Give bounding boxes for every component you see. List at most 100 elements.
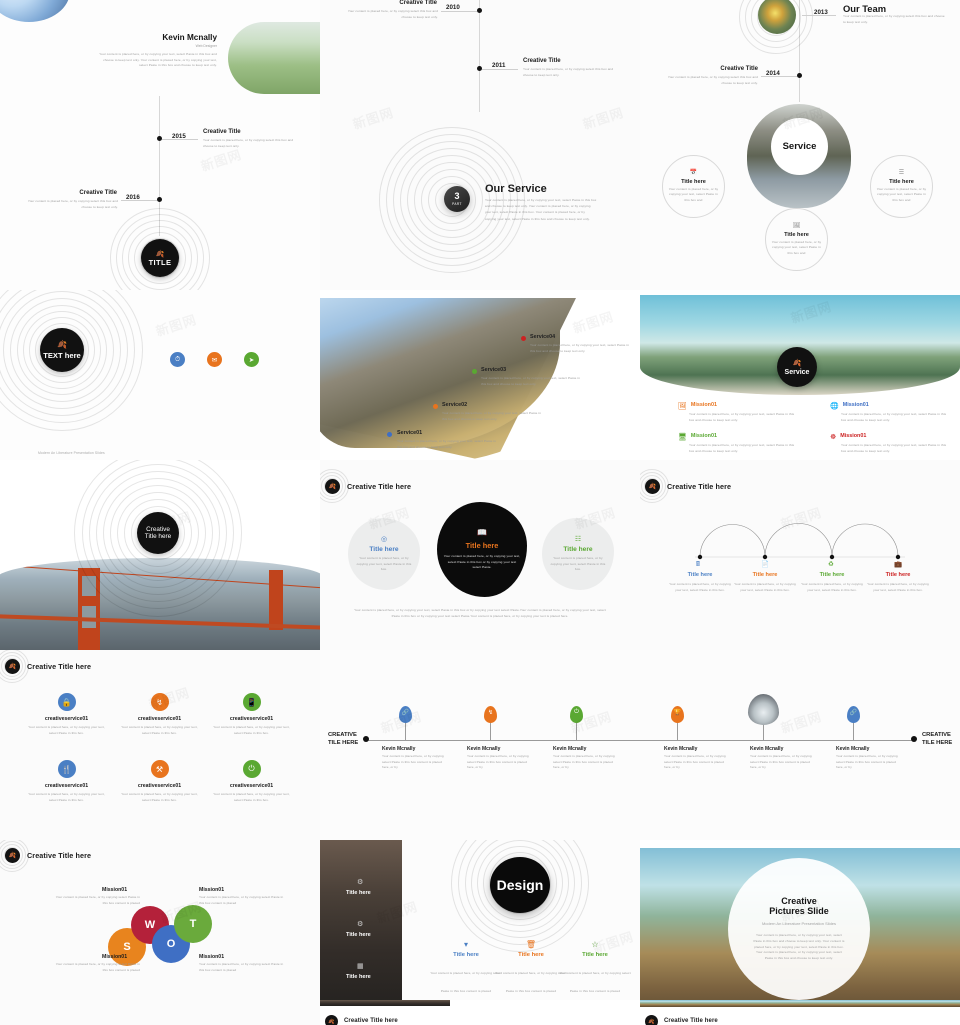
power-icon-badge: ⏻ bbox=[242, 760, 261, 778]
service-item[interactable]: ⏻ creativeservice01 Your content is plac… bbox=[209, 760, 294, 803]
link-icon: 🔗 bbox=[849, 710, 858, 716]
roadmap-axis bbox=[366, 740, 914, 741]
circle-card[interactable]: ☷ Title here Your content is placed here… bbox=[542, 518, 614, 590]
service-card[interactable]: 📅 Title here Your content is placed here… bbox=[662, 155, 725, 218]
part-badge[interactable]: 3 PART bbox=[444, 186, 470, 212]
leaf-icon: 🍂 bbox=[8, 664, 17, 670]
service-marker[interactable] bbox=[433, 404, 438, 409]
service-item[interactable]: 📱 creativeservice01 Your content is plac… bbox=[209, 693, 294, 736]
header-badge[interactable]: 🍂 bbox=[645, 1015, 658, 1025]
watermark: 新图网 bbox=[153, 309, 199, 340]
circle-card-featured[interactable]: 📖 Title here Your content is placed here… bbox=[437, 502, 527, 597]
leaf-icon: 🍂 bbox=[792, 359, 802, 367]
step-title: Title here bbox=[885, 572, 911, 578]
timeline-axis bbox=[799, 0, 800, 102]
slide-partial-right: 🍂 Creative Title here bbox=[640, 1000, 960, 1025]
mail-icon[interactable]: ✉ bbox=[207, 352, 222, 367]
pictures-caption-circle: Creative Pictures Slide Modern An Libera… bbox=[728, 858, 870, 1000]
slide-header-title: Creative Title here bbox=[27, 851, 92, 860]
service-item[interactable]: 🔒 creativeservice01 Your content is plac… bbox=[24, 693, 109, 736]
service-desc: Your content is placed here, or by copyi… bbox=[28, 725, 105, 735]
service-badge-label: Service bbox=[784, 368, 810, 376]
service-item[interactable]: 🍴 creativeservice01 Your content is plac… bbox=[24, 760, 109, 803]
photo-city bbox=[320, 840, 402, 1018]
title-badge[interactable]: 🍂 TITLE bbox=[141, 239, 179, 277]
roadmap-pin[interactable]: ↯ bbox=[484, 706, 497, 723]
slide-partial-left: 🍂 Creative Title here bbox=[320, 1000, 640, 1025]
bridge-structure bbox=[0, 558, 320, 650]
timeline-desc: Your content is placed here, or by copyi… bbox=[667, 75, 758, 85]
roadmap-desc: Your content is placed here, or by copyi… bbox=[836, 754, 898, 770]
roadmap-desc: Your content is placed here, or by copyi… bbox=[467, 754, 529, 770]
swot-bubble-t[interactable]: T bbox=[174, 905, 212, 943]
timeline-dot bbox=[157, 197, 162, 202]
swot-letter: T bbox=[189, 918, 197, 930]
lifebuoy-icon: ☸ bbox=[830, 434, 837, 441]
service-marker[interactable] bbox=[387, 432, 392, 437]
roadmap-left-label: CREATIVE TILE HERE bbox=[328, 732, 359, 746]
swot-mission-title: Mission01 bbox=[102, 954, 128, 960]
send-icon[interactable]: ➤ bbox=[244, 352, 259, 367]
roadmap-pin[interactable]: 🔗 bbox=[399, 706, 412, 723]
link-icon: 🔗 bbox=[401, 710, 410, 716]
pictures-subtitle: Modern An Liberature Presentation Slides bbox=[761, 921, 837, 927]
power-icon: ⏻ bbox=[574, 709, 579, 715]
header-badge[interactable]: 🍂 bbox=[5, 659, 20, 674]
slide-three-circles: 🍂 Creative Title here ◎ Title here Your … bbox=[320, 460, 640, 650]
leaf-icon: 🍂 bbox=[328, 484, 337, 490]
service-marker[interactable] bbox=[521, 336, 526, 341]
header-badge[interactable]: 🍂 bbox=[325, 1015, 338, 1025]
roadmap-endpoint bbox=[363, 736, 369, 742]
mission-title: Mission01 bbox=[690, 402, 717, 408]
service-badge[interactable]: 🍂 Service bbox=[777, 347, 817, 387]
service-card[interactable]: ☰ Title here Your content is placed here… bbox=[870, 155, 933, 218]
gear-icon: ⚙ bbox=[357, 879, 364, 886]
timeline-title: Creative Title bbox=[203, 129, 241, 135]
service-desc: Your content is placed here, or by copyi… bbox=[481, 376, 580, 386]
swot-mission-title: Mission01 bbox=[199, 954, 225, 960]
bell-icon[interactable]: ⏱ bbox=[170, 352, 185, 367]
header-badge[interactable]: 🍂 bbox=[5, 848, 20, 863]
slide-header-title: Creative Title here bbox=[27, 662, 92, 671]
slide-our-service: 2010 Creative Title Your content is plac… bbox=[320, 0, 640, 290]
service-desc: Your content is placed here, or by copyi… bbox=[213, 725, 290, 735]
timeline-desc: Your content is placed here, or by copyi… bbox=[203, 138, 294, 148]
mission-desc: Your content is placed here, or by copyi… bbox=[689, 443, 795, 453]
service-item[interactable]: ⚒ creativeservice01 Your content is plac… bbox=[117, 760, 202, 803]
header-badge[interactable]: 🍂 bbox=[325, 479, 340, 494]
slides-board: Your content is placed here, or by Paste… bbox=[0, 0, 960, 1025]
circle-card[interactable]: ◎ Title here Your content is placed here… bbox=[348, 518, 420, 590]
roadmap-pin[interactable]: ⏻ bbox=[570, 706, 583, 723]
design-badge[interactable]: Design bbox=[490, 857, 550, 913]
slide-design: ⚙ Title here ⚙ Title here ▦ Title here D… bbox=[320, 840, 640, 1025]
service-name: creativeservice01 bbox=[44, 716, 89, 722]
service-item[interactable]: ↯ creativeservice01 Your content is plac… bbox=[117, 693, 202, 736]
timeline-desc: Your content is placed here, or by copyi… bbox=[523, 67, 614, 77]
share-icon: ↯ bbox=[156, 697, 163, 707]
trophy-icon: 🏆 bbox=[673, 710, 682, 716]
feature-desc: Your content is placed here, or by copyi… bbox=[559, 971, 631, 993]
roadmap-pin[interactable]: 🏆 bbox=[671, 706, 684, 723]
service-marker[interactable] bbox=[472, 369, 477, 374]
photo-item-title: Title here bbox=[346, 974, 371, 980]
creative-title-badge[interactable]: Creative Title here bbox=[137, 512, 179, 554]
circle-card-title: Title here bbox=[563, 545, 593, 553]
tablet-icon: 📱 bbox=[246, 697, 257, 707]
timeline-dot bbox=[477, 8, 482, 13]
timeline-desc: Your content is placed here, or by copyi… bbox=[347, 9, 438, 19]
service-card[interactable]: 🖼 Title here Your content is placed here… bbox=[765, 208, 828, 271]
book-icon: 📖 bbox=[477, 527, 487, 537]
pin-stem bbox=[853, 722, 854, 740]
star-icon: ☆ bbox=[591, 940, 599, 949]
slide-bridge: Creative Title here 新图网 bbox=[0, 460, 320, 650]
roadmap-pin[interactable]: 🔗 bbox=[847, 706, 860, 723]
text-badge[interactable]: 🍂 TEXT here bbox=[40, 328, 84, 372]
service-card-desc: Your content is placed here, or by copyi… bbox=[876, 186, 927, 203]
image-icon: 🖼 bbox=[678, 403, 687, 410]
person-role: Web Designer bbox=[195, 44, 217, 48]
slide-arc-steps: 🍂 Creative Title here 🖩 Title here Your … bbox=[640, 460, 960, 650]
service-desc: Your content is placed here, or by copyi… bbox=[442, 411, 541, 421]
text-badge-label: TEXT here bbox=[43, 351, 81, 360]
feature-item[interactable]: ☆ Title here Your content is placed here… bbox=[556, 940, 634, 997]
tools-icon-badge: ⚒ bbox=[150, 760, 169, 778]
